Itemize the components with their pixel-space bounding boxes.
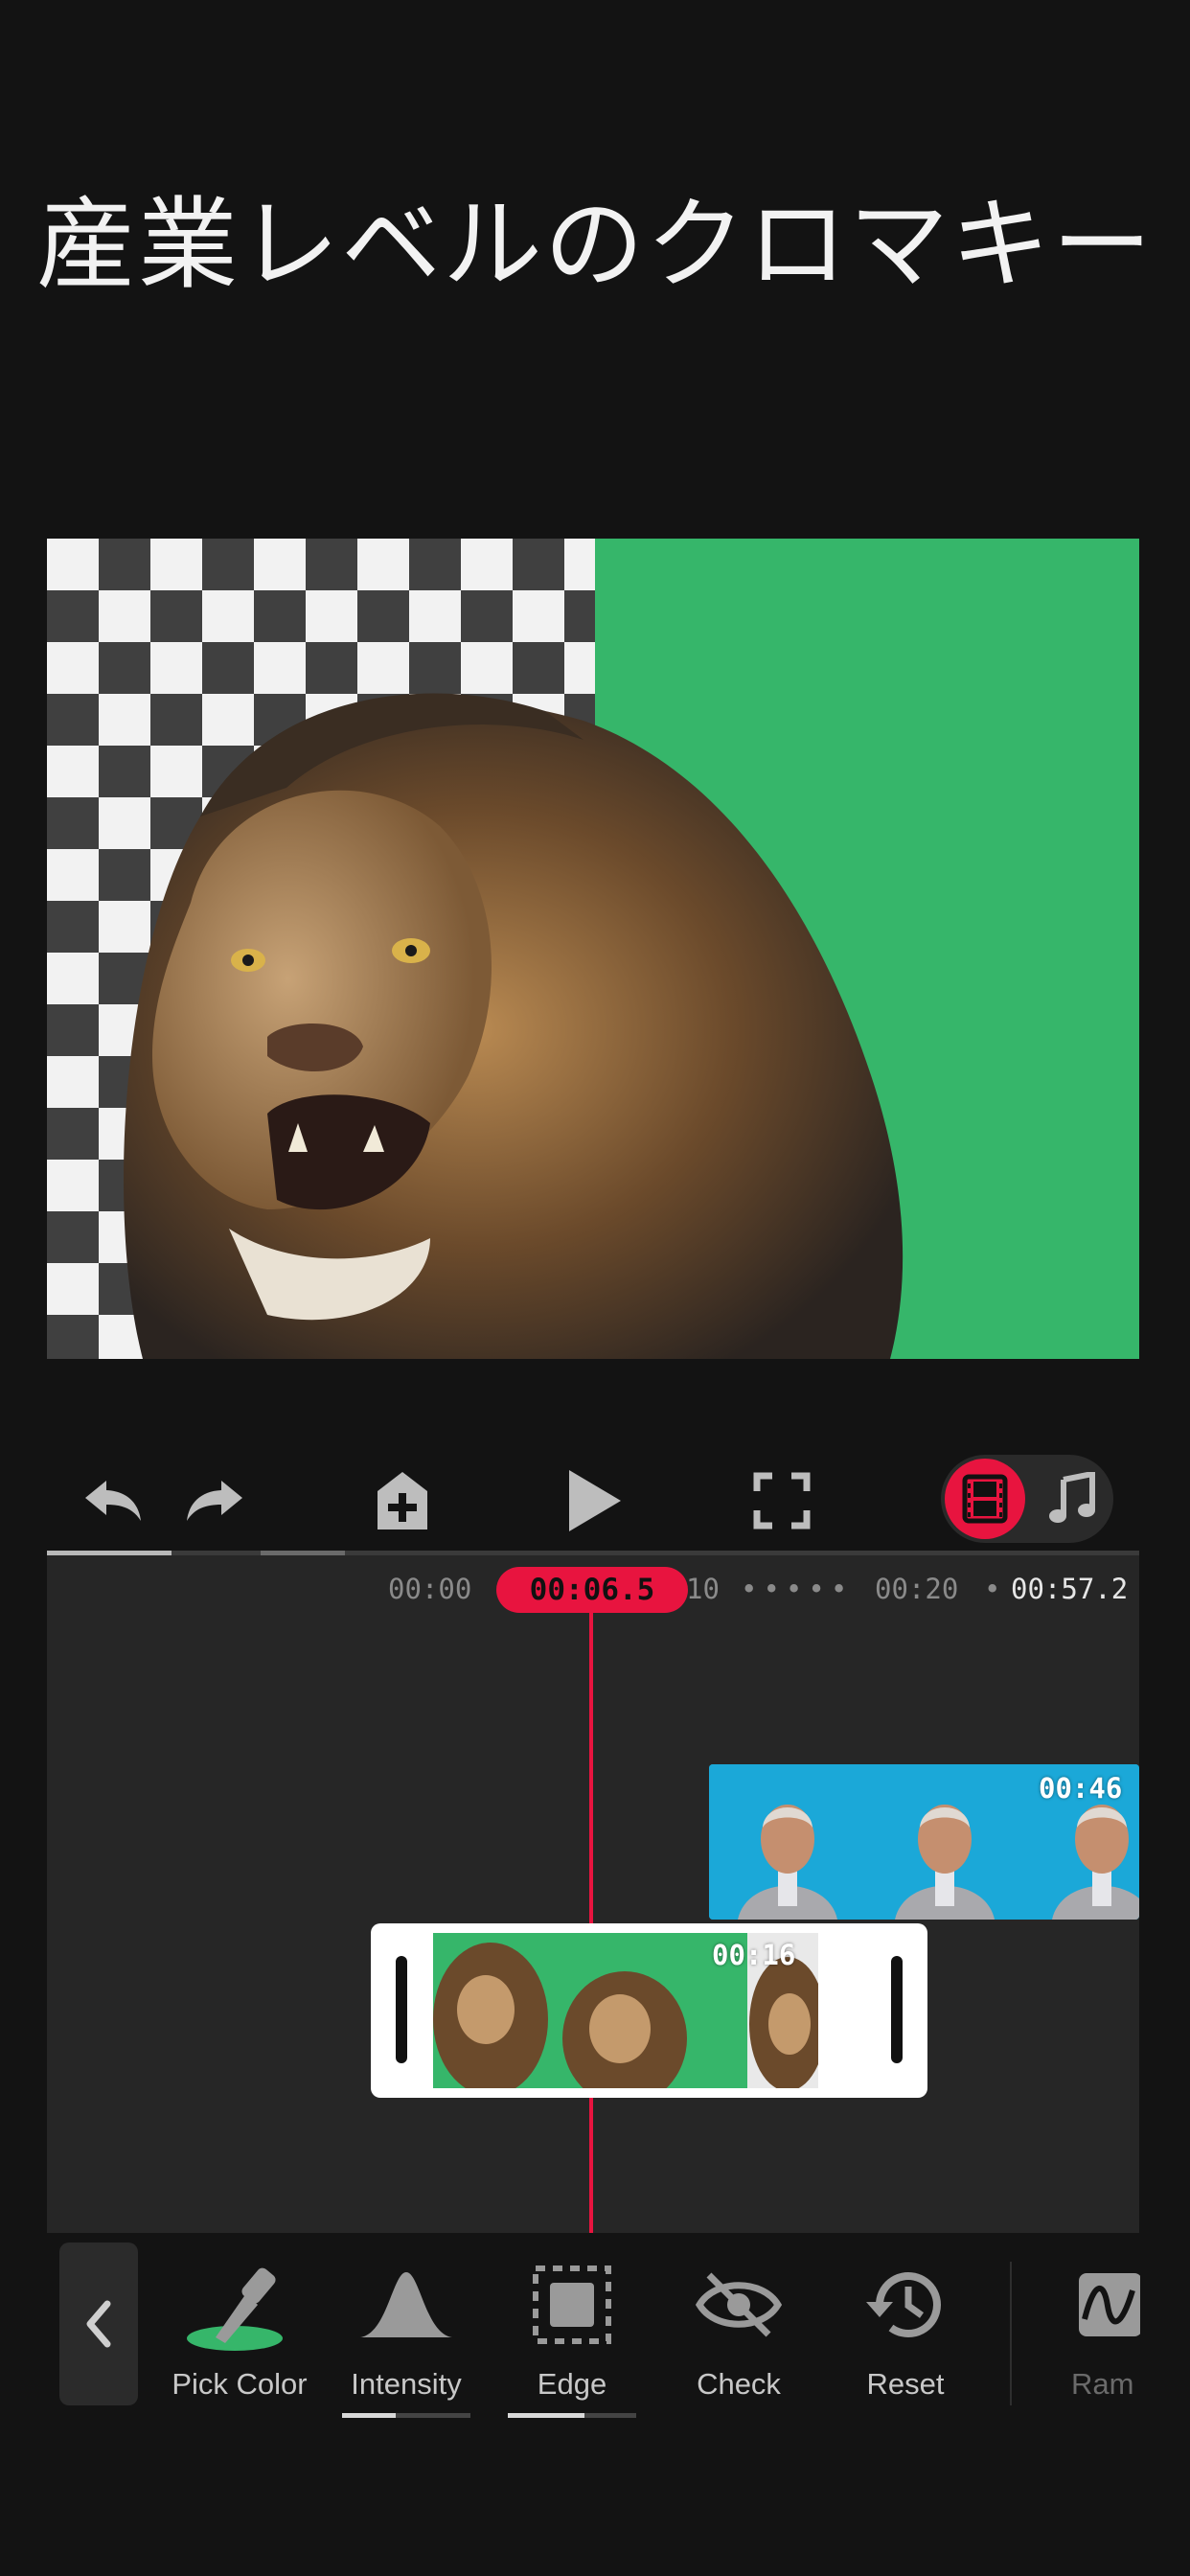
total-duration: 00:57.2	[1011, 1573, 1129, 1605]
headline: 産業レベルのクロマキー	[35, 186, 1154, 303]
ramp-tool[interactable]: Ram	[1027, 2252, 1190, 2402]
play-button[interactable]	[548, 1455, 640, 1547]
tool-label: Intensity	[351, 2367, 462, 2401]
edge-select-icon	[533, 2266, 611, 2344]
playhead-time-badge[interactable]: 00:06.5	[496, 1567, 688, 1613]
fullscreen-icon	[753, 1472, 811, 1530]
eyedropper-icon	[187, 2267, 283, 2351]
intensity-level-bar	[342, 2413, 470, 2418]
ruler-dots: •	[984, 1573, 1007, 1605]
back-button[interactable]	[59, 2242, 138, 2405]
intensity-tool[interactable]: Intensity	[325, 2252, 488, 2418]
undo-button[interactable]	[67, 1455, 159, 1547]
film-icon	[962, 1474, 1008, 1524]
trim-handle-left[interactable]	[396, 1956, 407, 2063]
redo-icon	[187, 1481, 242, 1521]
ruler-label: 00:20	[875, 1573, 959, 1605]
ramp-wave-icon	[1079, 2273, 1140, 2336]
add-layer-icon	[378, 1472, 427, 1530]
eye-off-icon	[696, 2272, 782, 2337]
edge-level-fill	[508, 2413, 584, 2418]
add-layer-button[interactable]	[356, 1455, 448, 1547]
tool-label: Edge	[537, 2367, 607, 2401]
video-preview[interactable]	[47, 539, 1139, 1359]
intensity-curve-icon	[360, 2272, 452, 2337]
clip-duration: 00:46	[1039, 1772, 1123, 1805]
audio-mode-button[interactable]	[1035, 1459, 1110, 1539]
media-mode-toggle[interactable]	[941, 1455, 1113, 1543]
ruler-dots: •••••	[741, 1573, 854, 1605]
presenter-clip[interactable]: 00:46	[709, 1764, 1139, 1920]
ruler-label: 10	[686, 1573, 720, 1605]
lion-clip-selected[interactable]: 00:16	[371, 1923, 927, 2098]
reset-tool[interactable]: Reset	[824, 2252, 987, 2402]
edge-tool[interactable]: Edge	[491, 2252, 653, 2418]
redo-button[interactable]	[169, 1455, 261, 1547]
undo-icon	[85, 1481, 141, 1521]
chevron-left-icon	[86, 2300, 111, 2348]
trim-handle-right[interactable]	[891, 1956, 903, 2063]
intensity-level-fill	[342, 2413, 396, 2418]
play-icon	[569, 1470, 621, 1531]
clip-thumbnail	[866, 1764, 1023, 1920]
tool-label: Ram	[1071, 2367, 1134, 2401]
clip-duration: 00:16	[712, 1939, 796, 1971]
tool-label: Reset	[866, 2367, 945, 2401]
tool-label: Check	[697, 2367, 781, 2401]
history-reset-icon	[866, 2272, 941, 2337]
check-tool[interactable]: Check	[657, 2252, 820, 2402]
tool-divider	[1010, 2262, 1012, 2405]
timeline[interactable]: 00:00 10 ••••• 00:20 • 00:57.2 00:06.5 0…	[47, 1555, 1139, 2233]
music-note-icon	[1049, 1472, 1095, 1523]
fullscreen-button[interactable]	[736, 1455, 828, 1547]
tool-label: Pick Color	[172, 2367, 308, 2401]
playhead-line[interactable]	[589, 1611, 593, 2233]
clip-thumbnail	[709, 1764, 866, 1920]
pick-color-tool[interactable]: Pick Color	[158, 2252, 321, 2402]
edge-level-bar	[508, 2413, 636, 2418]
video-mode-button[interactable]	[945, 1459, 1025, 1539]
ruler-label: 00:00	[388, 1573, 472, 1605]
lion-image	[124, 693, 904, 1359]
chroma-key-tools: Pick Color Intensity Edge Check Reset Ra…	[0, 2233, 1190, 2576]
